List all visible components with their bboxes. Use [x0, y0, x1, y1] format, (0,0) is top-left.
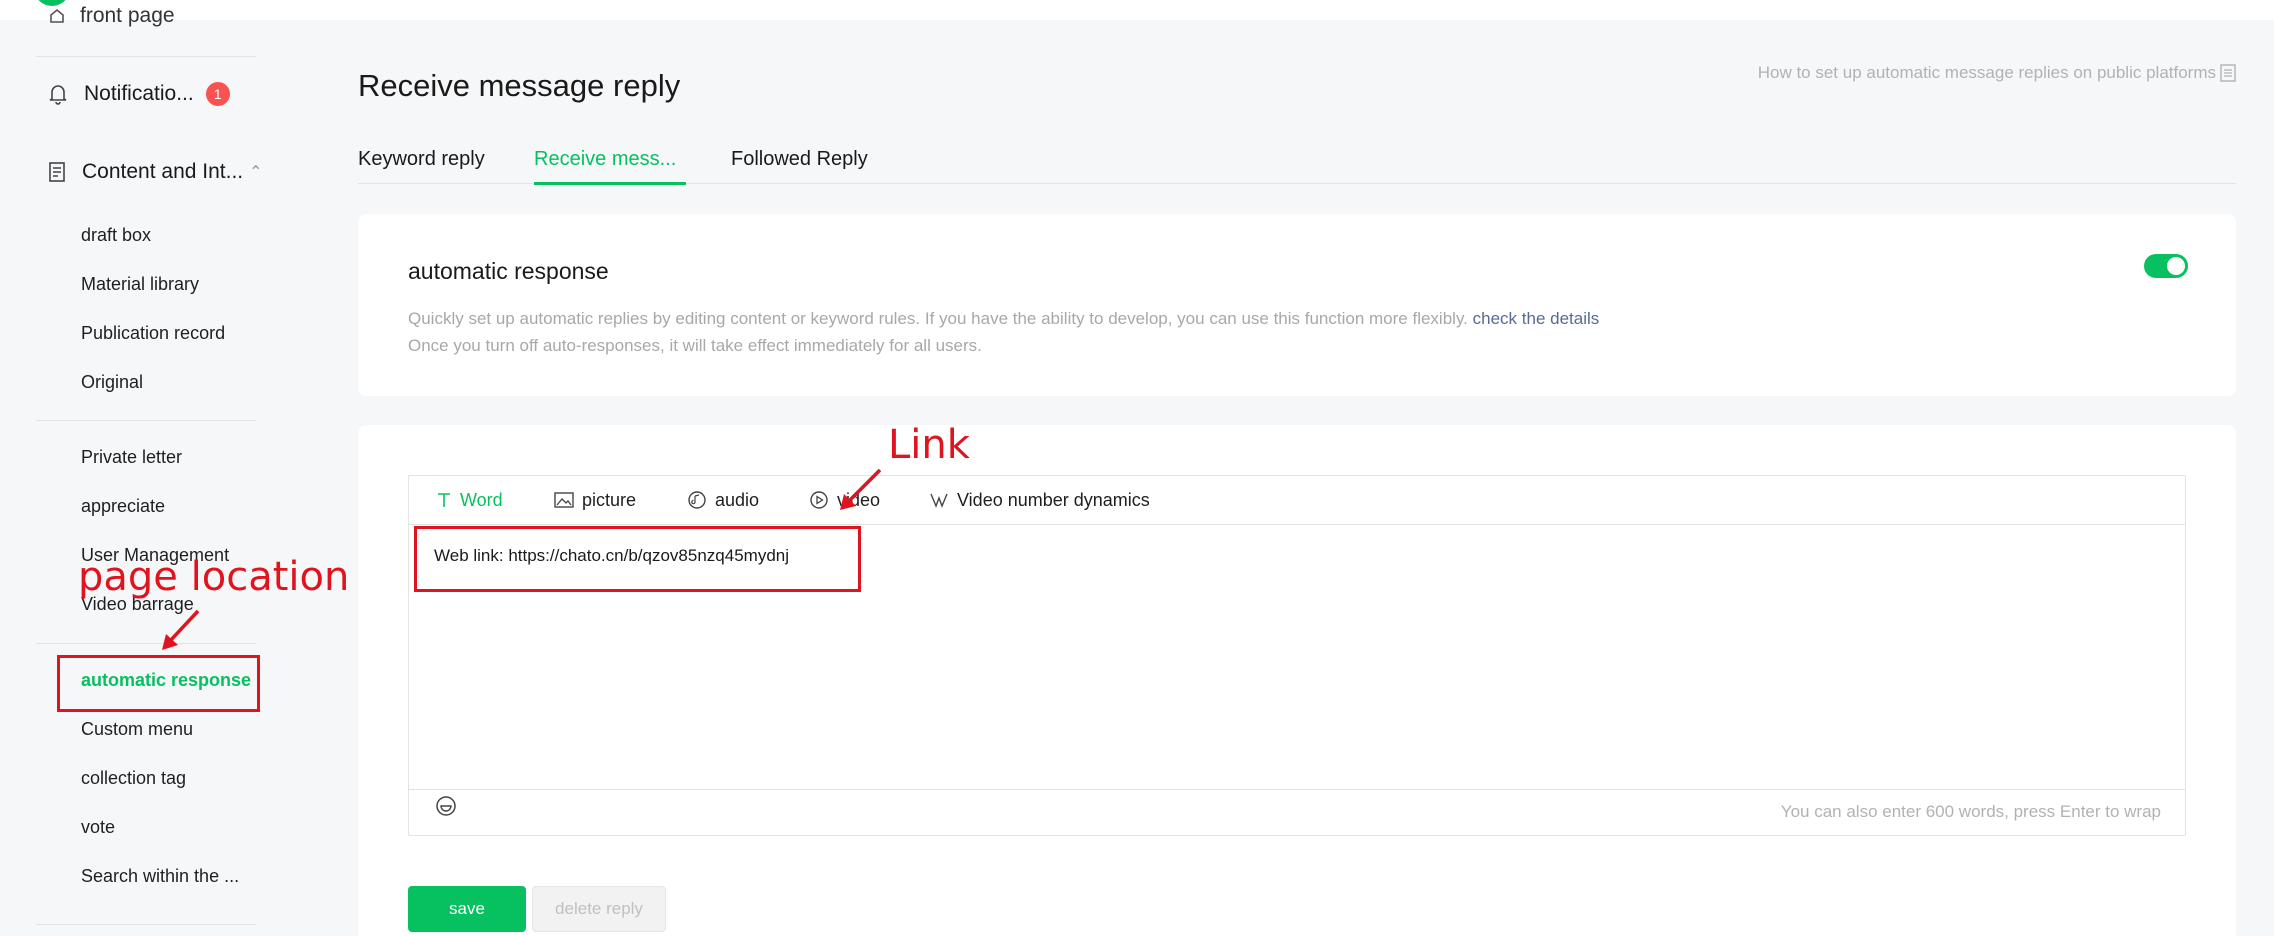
link-arrow-icon [840, 468, 882, 510]
sidebar-item-custom-menu[interactable]: Custom menu [81, 719, 193, 740]
document-icon [2220, 64, 2236, 82]
sidebar-item-collection-tag[interactable]: collection tag [81, 768, 186, 789]
tab-receive-message[interactable]: Receive mess... [534, 148, 687, 185]
sidebar-item-draft-box[interactable]: draft box [81, 225, 151, 246]
divider [36, 56, 256, 57]
image-icon [554, 492, 574, 508]
notification-badge: 1 [205, 82, 230, 106]
sidebar-item-front-page[interactable]: front page [48, 4, 175, 28]
sidebar-section-label: Content and Int... [82, 160, 244, 183]
save-button[interactable]: save [408, 886, 526, 932]
tab-picture[interactable]: picture [554, 476, 636, 524]
editor-footer: You can also enter 600 words, press Ente… [409, 789, 2185, 835]
tab-video-number-dynamics[interactable]: Video number dynamics [929, 476, 1150, 524]
sidebar-item-original[interactable]: Original [81, 372, 143, 393]
emoji-icon[interactable] [435, 795, 457, 817]
play-icon [810, 491, 828, 509]
link-annotation-label: Link [888, 422, 970, 468]
chevron-up-icon[interactable]: ⌃ [249, 162, 262, 182]
sidebar-item-private-letter[interactable]: Private letter [81, 447, 182, 468]
channels-icon [930, 493, 948, 508]
sidebar-item-appreciate[interactable]: appreciate [81, 496, 165, 517]
help-link-label: How to set up automatic message replies … [1757, 63, 2216, 82]
delete-reply-button[interactable]: delete reply [532, 886, 666, 932]
tab-label: picture [582, 489, 637, 510]
sidebar-item-label: front page [80, 4, 175, 27]
page-location-highlight-box [57, 655, 260, 712]
sidebar-section-content[interactable]: Content and Int... ⌃ [48, 160, 263, 184]
bell-icon [49, 85, 67, 105]
divider [36, 420, 256, 421]
divider [36, 924, 256, 925]
top-bar [0, 0, 2274, 20]
link-highlight-box [414, 526, 861, 592]
help-link[interactable]: How to set up automatic message replies … [1758, 63, 2236, 83]
document-icon [49, 162, 65, 182]
word-counter: You can also enter 600 words, press Ente… [1780, 802, 2161, 821]
tab-audio[interactable]: audio [687, 476, 759, 524]
sidebar: front page Notificatio... 1 Content and … [0, 0, 300, 936]
description-text: Once you turn off auto-responses, it wil… [408, 336, 982, 355]
tab-keyword-reply[interactable]: Keyword reply [358, 148, 485, 184]
automatic-response-card: automatic response Quickly set up automa… [358, 214, 2236, 396]
check-details-link[interactable]: check the details [1473, 309, 1600, 328]
divider [36, 643, 256, 644]
sidebar-item-vote[interactable]: vote [81, 817, 115, 838]
tab-followed-reply[interactable]: Followed Reply [731, 148, 868, 184]
sidebar-item-material-library[interactable]: Material library [81, 274, 199, 295]
page-title: Receive message reply [358, 68, 681, 103]
sidebar-item-search[interactable]: Search within the ... [81, 866, 239, 887]
card-title: automatic response [408, 258, 609, 284]
tab-label: Word [460, 489, 503, 510]
sidebar-section-label: Notificatio... [84, 82, 194, 105]
audio-icon [688, 491, 706, 509]
home-icon [50, 8, 64, 23]
tab-label: Video number dynamics [957, 489, 1150, 510]
text-icon [438, 493, 450, 507]
sidebar-section-notifications[interactable]: Notificatio... 1 [48, 82, 230, 106]
page-location-arrow-icon [162, 609, 200, 650]
tab-word[interactable]: Word [436, 476, 503, 524]
reply-editor-card: Word picture audio video Video number dy… [358, 425, 2236, 936]
card-description: Quickly set up automatic replies by edit… [408, 305, 1599, 359]
auto-response-toggle[interactable] [2144, 254, 2188, 278]
description-text: Quickly set up automatic replies by edit… [408, 309, 1468, 328]
tab-label: audio [715, 489, 760, 510]
reply-tabs: Keyword reply Receive mess... Followed R… [358, 148, 2236, 185]
sidebar-item-publication-record[interactable]: Publication record [81, 323, 225, 344]
content-type-tabs: Word picture audio video Video number dy… [409, 476, 2185, 525]
page-location-annotation-label: page location [78, 554, 350, 600]
